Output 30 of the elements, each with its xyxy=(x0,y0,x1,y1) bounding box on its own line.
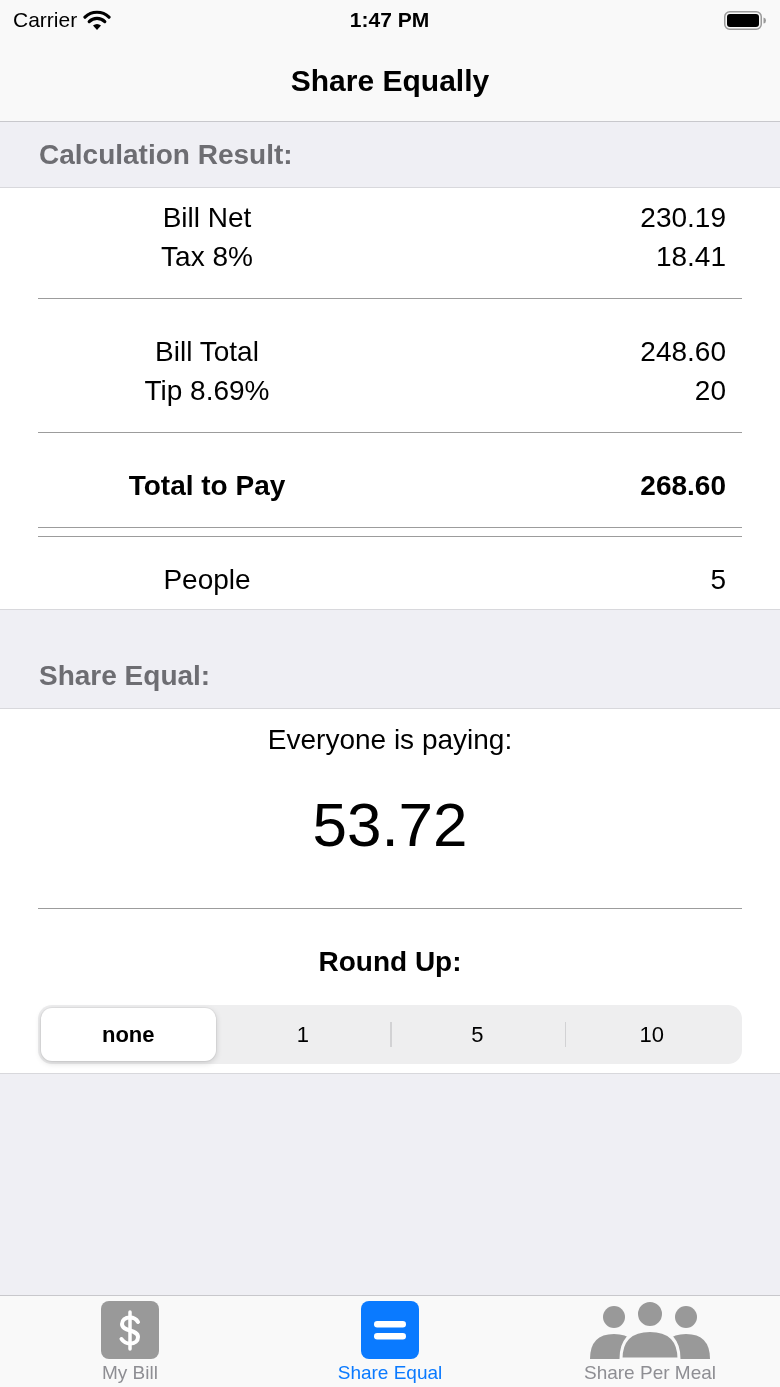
clock-time: 1:47 PM xyxy=(349,8,430,32)
row-label: People xyxy=(163,563,251,596)
segment-option[interactable]: none xyxy=(41,1008,216,1061)
row-value: 248.60 xyxy=(640,335,726,368)
row-value: 268.60 xyxy=(640,469,726,502)
segment-option[interactable]: 1 xyxy=(215,1008,390,1061)
round-up-label: Round Up: xyxy=(318,945,462,979)
segment-option[interactable]: 5 xyxy=(390,1008,565,1061)
section-header: Calculation Result: xyxy=(39,138,293,171)
row-label: Total to Pay xyxy=(128,469,286,502)
segment-option[interactable]: 10 xyxy=(564,1008,739,1061)
row-value: 20 xyxy=(694,374,726,407)
row-label: Bill Total xyxy=(155,335,259,368)
dollar-icon xyxy=(101,1301,159,1359)
equals-icon xyxy=(361,1301,419,1359)
row-value: 5 xyxy=(710,563,726,596)
battery-icon xyxy=(724,10,766,30)
row-value: 18.41 xyxy=(655,240,726,273)
section-header: Share Equal: xyxy=(39,659,211,692)
carrier-label: Carrier xyxy=(13,8,78,32)
wifi-icon xyxy=(83,10,112,30)
tab-item[interactable]: Share Equal xyxy=(260,1296,520,1387)
share-amount: 53.72 xyxy=(312,789,468,861)
row-label: Tax 8% xyxy=(161,240,253,273)
row-value: 230.19 xyxy=(640,201,726,234)
people-icon xyxy=(590,1301,710,1359)
row-label: Bill Net xyxy=(162,201,252,234)
screen-title: Share Equally xyxy=(290,63,490,98)
row-label: Tip 8.69% xyxy=(144,374,270,407)
paying-caption: Everyone is paying: xyxy=(267,724,513,756)
